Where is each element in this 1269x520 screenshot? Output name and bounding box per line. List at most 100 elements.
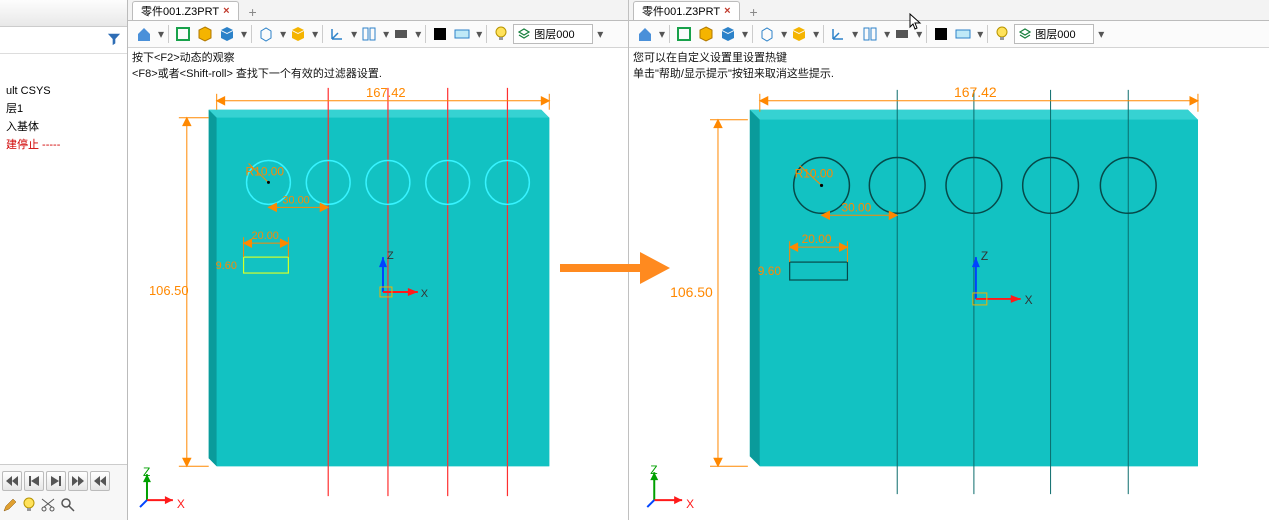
hint-line: 按下<F2>动态的观察 [132, 50, 382, 66]
chevron-down-icon[interactable]: ▾ [1096, 27, 1104, 41]
chevron-down-icon[interactable]: ▾ [381, 27, 389, 41]
tree-item[interactable]: 入基体 [0, 118, 127, 136]
iso-cube-icon[interactable] [195, 24, 215, 44]
axis-x-label: X [1025, 293, 1033, 307]
bulb-icon[interactable] [491, 24, 511, 44]
chevron-down-icon[interactable]: ▾ [657, 27, 665, 41]
tree-item-stop[interactable]: 建停止 ----- [0, 136, 127, 154]
dimension-height: 106.50 [670, 284, 713, 300]
chevron-down-icon[interactable]: ▾ [975, 27, 983, 41]
color-swatch-icon[interactable] [430, 24, 450, 44]
wireframe-cube-icon[interactable] [757, 24, 777, 44]
chevron-down-icon[interactable]: ▾ [413, 27, 421, 41]
sidebar: ult CSYS 层1 入基体 建停止 ----- [0, 0, 128, 520]
home-icon[interactable] [134, 24, 154, 44]
3d-viewport[interactable]: 167.42 106.50 R10.00 [629, 48, 1269, 520]
hint-line: 您可以在自定义设置里设置热键 [633, 50, 834, 66]
chevron-down-icon[interactable]: ▾ [239, 27, 247, 41]
split-view-icon[interactable] [860, 24, 880, 44]
axis-z-label: Z [981, 249, 988, 263]
split-view-icon[interactable] [359, 24, 379, 44]
chevron-down-icon[interactable]: ▾ [349, 27, 357, 41]
dimension-height: 106.50 [149, 283, 189, 298]
section-icon[interactable] [391, 24, 411, 44]
axis-z-label: Z [387, 250, 394, 262]
section-icon[interactable] [892, 24, 912, 44]
view-toolbar: ▾ ▾ ▾ ▾ ▾ ▾ ▾ ▾ 图层000 [128, 21, 628, 48]
shaded-cube-icon[interactable] [217, 24, 237, 44]
document-tab[interactable]: 零件001.Z3PRT × [633, 1, 740, 20]
chevron-down-icon[interactable]: ▾ [914, 27, 922, 41]
step-back-button[interactable] [24, 471, 44, 491]
close-icon[interactable]: × [724, 5, 730, 17]
3d-viewport[interactable]: 167.42 106.50 R10.00 [128, 48, 628, 520]
playback-controls [2, 471, 123, 495]
dimension-width: 167.42 [954, 84, 997, 100]
layer-label: 图层000 [1035, 26, 1075, 42]
scene: 167.42 106.50 R10.00 [629, 48, 1269, 520]
chevron-down-icon[interactable]: ▾ [156, 27, 164, 41]
feature-tree[interactable]: ult CSYS 层1 入基体 建停止 ----- [0, 54, 127, 464]
tab-bar: 零件001.Z3PRT × + [629, 0, 1269, 21]
chevron-down-icon[interactable]: ▾ [740, 27, 748, 41]
gold-cube-icon[interactable] [288, 24, 308, 44]
rewind-button[interactable] [90, 471, 110, 491]
home-icon[interactable] [635, 24, 655, 44]
sidebar-filter-row [0, 27, 127, 54]
gold-cube-icon[interactable] [789, 24, 809, 44]
dimension-30: 30.00 [841, 200, 871, 214]
chevron-down-icon[interactable]: ▾ [882, 27, 890, 41]
face-color-icon[interactable] [452, 24, 472, 44]
corner-z-label: Z [650, 463, 657, 477]
document-tab[interactable]: 零件001.Z3PRT × [132, 1, 239, 20]
right-view-panel: 零件001.Z3PRT × + ▾ ▾ ▾ ▾ ▾ ▾ ▾ [629, 0, 1269, 520]
layer-selector[interactable]: 图层000 [513, 24, 593, 44]
funnel-icon[interactable] [107, 31, 121, 50]
transition-arrow-icon [560, 252, 670, 287]
hint-line: <F8>或者<Shift-roll> 查找下一个有效的过滤器设置. [132, 66, 382, 82]
chevron-down-icon[interactable]: ▾ [595, 27, 603, 41]
bulb-icon[interactable] [22, 497, 36, 516]
hint-line: 单击"帮助/显示提示"按钮来取消这些提示. [633, 66, 834, 82]
dimension-radius: R10.00 [795, 166, 834, 180]
chevron-down-icon[interactable]: ▾ [811, 27, 819, 41]
wireframe-cube-icon[interactable] [256, 24, 276, 44]
corner-z-label: Z [143, 465, 150, 479]
tree-item[interactable]: ult CSYS [0, 82, 127, 100]
sidebar-header [0, 0, 127, 27]
tree-item[interactable]: 层1 [0, 100, 127, 118]
chevron-down-icon[interactable]: ▾ [310, 27, 318, 41]
chevron-down-icon[interactable]: ▾ [278, 27, 286, 41]
chevron-down-icon[interactable]: ▾ [474, 27, 482, 41]
close-icon[interactable]: × [223, 5, 229, 17]
face-color-icon[interactable] [953, 24, 973, 44]
layer-label: 图层000 [534, 26, 574, 42]
search-icon[interactable] [60, 497, 76, 516]
view-toolbar: ▾ ▾ ▾ ▾ ▾ ▾ ▾ ▾ 图层000 [629, 21, 1269, 48]
chevron-down-icon[interactable]: ▾ [779, 27, 787, 41]
add-tab-button[interactable]: + [243, 4, 263, 20]
skip-back-button[interactable] [2, 471, 22, 491]
dimension-radius: R10.00 [246, 164, 285, 178]
step-fwd-button[interactable] [46, 471, 66, 491]
chevron-down-icon[interactable]: ▾ [850, 27, 858, 41]
pencil-icon[interactable] [2, 497, 18, 516]
hint-text: 您可以在自定义设置里设置热键 单击"帮助/显示提示"按钮来取消这些提示. [633, 50, 834, 82]
tab-bar: 零件001.Z3PRT × + [128, 0, 628, 21]
add-tab-button[interactable]: + [744, 4, 764, 20]
axis-triad-icon[interactable] [327, 24, 347, 44]
scissors-icon[interactable] [40, 497, 56, 516]
bulb-icon[interactable] [992, 24, 1012, 44]
color-swatch-icon[interactable] [931, 24, 951, 44]
dimension-20: 20.00 [252, 230, 279, 242]
plane-icon[interactable] [173, 24, 193, 44]
plane-icon[interactable] [674, 24, 694, 44]
iso-cube-icon[interactable] [696, 24, 716, 44]
left-view-panel: 零件001.Z3PRT × + ▾ ▾ ▾ ▾ ▾ ▾ ▾ [128, 0, 629, 520]
axis-triad-icon[interactable] [828, 24, 848, 44]
scene: 167.42 106.50 R10.00 [128, 48, 628, 520]
skip-fwd-button[interactable] [68, 471, 88, 491]
tab-label: 零件001.Z3PRT [642, 3, 720, 19]
shaded-cube-icon[interactable] [718, 24, 738, 44]
layer-selector[interactable]: 图层000 [1014, 24, 1094, 44]
